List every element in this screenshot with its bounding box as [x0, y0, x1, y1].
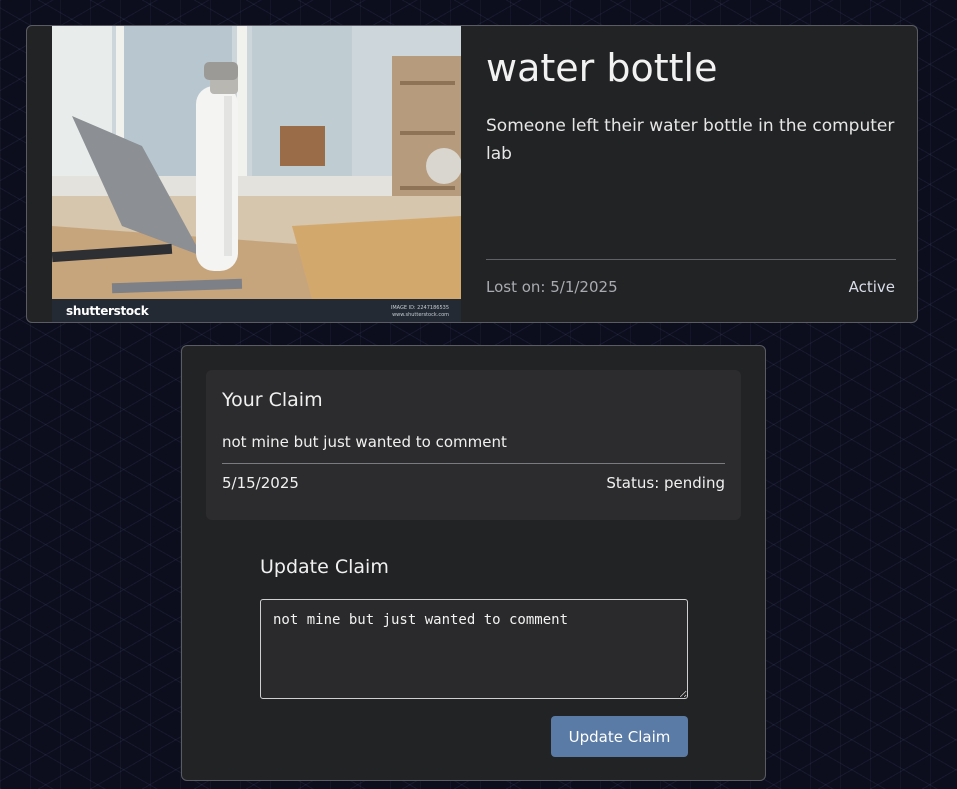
- divider: [486, 259, 896, 260]
- image-id: IMAGE ID: 2247186535: [390, 305, 449, 311]
- item-description: Someone left their water bottle in the c…: [486, 116, 895, 164]
- divider: [222, 463, 725, 464]
- status-badge: Active: [848, 278, 895, 296]
- claim-status: Status: pending: [606, 474, 725, 492]
- image-site: www.shutterstock.com: [392, 312, 449, 318]
- update-claim-heading: Update Claim: [260, 556, 389, 578]
- brand-logo: shutterstock: [66, 304, 149, 318]
- claim-text: not mine but just wanted to comment: [222, 433, 507, 451]
- watermark-bar: shutterstock IMAGE ID: 2247186535 www.sh…: [52, 299, 461, 322]
- update-claim-button[interactable]: Update Claim: [551, 716, 688, 757]
- item-title: water bottle: [486, 46, 718, 90]
- lost-on-date: Lost on: 5/1/2025: [486, 278, 618, 296]
- claim-textarea[interactable]: not mine but just wanted to comment: [260, 599, 688, 699]
- claim-date: 5/15/2025: [222, 474, 299, 492]
- your-claim-card: Your Claim not mine but just wanted to c…: [206, 370, 741, 520]
- item-card: shutterstock IMAGE ID: 2247186535 www.sh…: [26, 25, 918, 323]
- water-bottle-photo: [52, 26, 461, 299]
- claim-section: Your Claim not mine but just wanted to c…: [181, 345, 766, 781]
- your-claim-heading: Your Claim: [222, 389, 323, 411]
- image-id-text: IMAGE ID: 2247186535 www.shutterstock.co…: [391, 305, 449, 319]
- item-photo: shutterstock IMAGE ID: 2247186535 www.sh…: [52, 26, 461, 322]
